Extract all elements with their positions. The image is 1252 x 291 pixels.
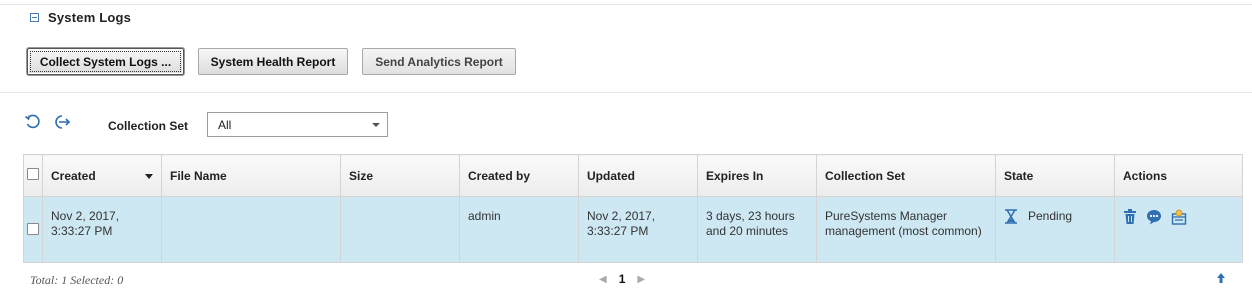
top-border bbox=[0, 4, 1252, 5]
scheduled-task-icon[interactable] bbox=[1171, 209, 1187, 225]
section-header[interactable]: System Logs bbox=[30, 10, 131, 25]
logs-table: Created File Name Size Created by Update… bbox=[23, 154, 1243, 263]
column-header-file-name[interactable]: File Name bbox=[161, 154, 341, 197]
trash-icon[interactable] bbox=[1123, 209, 1137, 225]
column-header-updated[interactable]: Updated bbox=[578, 154, 698, 197]
collection-set-value: All bbox=[218, 117, 232, 132]
chevron-down-icon bbox=[372, 123, 380, 127]
comment-icon[interactable] bbox=[1146, 209, 1162, 225]
column-header-collection-set[interactable]: Collection Set bbox=[816, 154, 996, 197]
column-header-state[interactable]: State bbox=[995, 154, 1115, 197]
cell-size bbox=[340, 196, 460, 263]
prev-page-icon[interactable]: ◀ bbox=[599, 274, 607, 285]
cell-updated: Nov 2, 2017, 3:33:27 PM bbox=[578, 196, 698, 263]
column-header-expires-in[interactable]: Expires In bbox=[697, 154, 817, 197]
refresh-icon[interactable] bbox=[24, 113, 42, 131]
hourglass-icon bbox=[1005, 209, 1017, 224]
pagination: ◀ 1 ▶ bbox=[599, 272, 645, 286]
table-row[interactable]: Nov 2, 2017, 3:33:27 PM admin Nov 2, 201… bbox=[23, 196, 1243, 263]
select-all-checkbox[interactable] bbox=[27, 168, 39, 180]
section-divider bbox=[0, 92, 1252, 93]
send-analytics-report-button[interactable]: Send Analytics Report bbox=[362, 48, 516, 75]
cell-collection-set: PureSystems Manager management (most com… bbox=[816, 196, 996, 263]
select-all-cell[interactable] bbox=[23, 154, 43, 197]
column-header-created-by[interactable]: Created by bbox=[459, 154, 579, 197]
collect-system-logs-button[interactable]: Collect System Logs ... bbox=[27, 48, 184, 75]
cell-actions bbox=[1114, 196, 1243, 263]
collapse-icon[interactable] bbox=[30, 13, 39, 22]
column-header-actions: Actions bbox=[1114, 154, 1243, 197]
section-title: System Logs bbox=[48, 10, 132, 25]
export-icon[interactable] bbox=[53, 113, 71, 131]
cell-file-name bbox=[161, 196, 341, 263]
column-header-size[interactable]: Size bbox=[340, 154, 460, 197]
cell-state: Pending bbox=[995, 196, 1115, 263]
next-page-icon[interactable]: ▶ bbox=[637, 274, 645, 285]
state-label: Pending bbox=[1028, 209, 1073, 223]
scroll-to-top-icon[interactable] bbox=[1216, 272, 1226, 284]
sort-desc-icon[interactable] bbox=[145, 173, 153, 179]
current-page[interactable]: 1 bbox=[619, 272, 626, 286]
column-header-created[interactable]: Created bbox=[42, 154, 162, 197]
row-checkbox[interactable] bbox=[27, 223, 39, 235]
selection-summary: Total: 1 Selected: 0 bbox=[30, 273, 124, 287]
table-header-row: Created File Name Size Created by Update… bbox=[23, 154, 1243, 197]
system-health-report-button[interactable]: System Health Report bbox=[198, 48, 348, 75]
collection-set-label: Collection Set bbox=[108, 119, 189, 133]
cell-created: Nov 2, 2017, 3:33:27 PM bbox=[42, 196, 162, 263]
cell-created-by: admin bbox=[459, 196, 579, 263]
collection-set-select[interactable]: All bbox=[207, 112, 388, 137]
cell-expires-in: 3 days, 23 hours and 20 minutes bbox=[697, 196, 817, 263]
row-select-cell[interactable] bbox=[23, 196, 43, 263]
